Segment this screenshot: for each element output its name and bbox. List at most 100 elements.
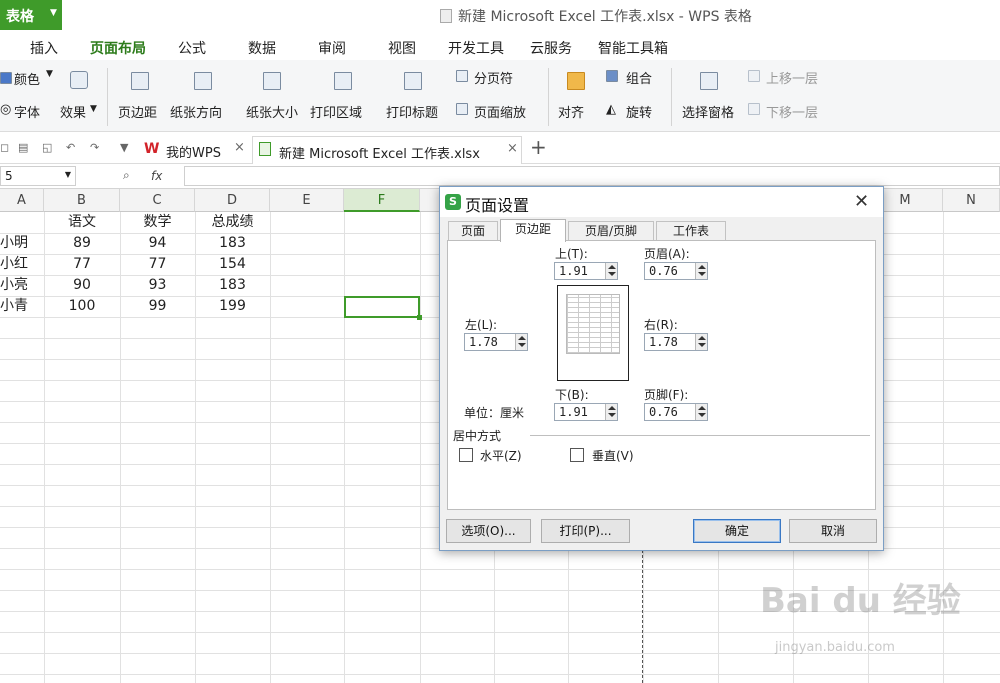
column-header-n[interactable]: N [943,189,1000,212]
spinner-arrows-icon[interactable] [695,334,707,350]
selected-cell-f5[interactable] [344,296,422,320]
tab-header-footer[interactable]: 页眉/页脚 [568,221,654,241]
tab-sheet[interactable]: 工作表 [656,221,726,241]
cell-c4[interactable]: 93 [120,275,195,296]
vertical-center-checkbox[interactable] [570,448,584,462]
cell-d5[interactable]: 199 [195,296,270,317]
spinner-arrows-icon[interactable] [695,404,707,420]
formula-input[interactable] [184,166,1000,186]
grid-line [270,212,271,683]
print-titles-button[interactable]: 打印标题 [386,102,438,121]
new-tab-plus-icon[interactable]: + [530,135,547,159]
spinner-arrows-icon[interactable] [605,263,617,279]
cell-b3[interactable]: 77 [44,254,120,275]
font-icon: ◎ [0,102,12,117]
color-button[interactable]: 颜色 [14,69,40,88]
menu-cloud[interactable]: 云服务 [530,38,572,58]
group-button[interactable]: 组合 [626,68,652,87]
cell-c3[interactable]: 77 [120,254,195,275]
close-icon[interactable]: × [507,141,518,156]
ok-button[interactable]: 确定 [693,519,781,543]
print-button[interactable]: 打印(P)... [541,519,630,543]
menu-formulas[interactable]: 公式 [178,38,206,58]
menu-page-layout[interactable]: 页面布局 [90,38,146,65]
menu-smart-tools[interactable]: 智能工具箱 [598,38,668,58]
top-margin-spinner[interactable]: 1.91 [554,262,618,280]
print-area-button[interactable]: 打印区域 [310,102,362,121]
cell-d3[interactable]: 154 [195,254,270,275]
redo-icon[interactable]: ↷ [90,141,99,154]
options-button[interactable]: 选项(O)... [446,519,531,543]
cell-a2[interactable]: 小明 [0,233,44,254]
fx-icon[interactable]: fx [151,169,162,183]
orientation-button[interactable]: 纸张方向 [170,102,222,121]
selection-pane-button[interactable]: 选择窗格 [682,102,734,121]
menu-data[interactable]: 数据 [248,38,276,58]
dialog-tabs: 页面 页边距 页眉/页脚 工作表 [448,219,878,242]
cell-a5[interactable]: 小青 [0,296,44,317]
column-header-f[interactable]: F [344,189,420,212]
font-button[interactable]: 字体 [14,102,40,121]
cell-b4[interactable]: 90 [44,275,120,296]
right-margin-label: 右(R): [644,318,678,332]
spinner-arrows-icon[interactable] [515,334,527,350]
paper-size-button[interactable]: 纸张大小 [246,102,298,121]
print-icon[interactable]: ▤ [18,141,28,154]
menu-view[interactable]: 视图 [388,38,416,58]
document-icon [440,9,452,23]
chevron-down-icon[interactable]: ▼ [120,141,128,154]
close-icon[interactable]: × [234,140,245,155]
header-margin-spinner[interactable]: 0.76 [644,262,708,280]
spinner-arrows-icon[interactable] [605,404,617,420]
margins-button[interactable]: 页边距 [118,102,157,121]
column-header-b[interactable]: B [44,189,120,212]
page-break-button[interactable]: 分页符 [474,68,513,87]
effect-button[interactable]: 效果 [60,102,86,121]
bring-forward-button[interactable]: 上移一层 [766,68,818,87]
cell-a4[interactable]: 小亮 [0,275,44,296]
cell-a3[interactable]: 小红 [0,254,44,275]
align-button[interactable]: 对齐 [558,102,584,121]
cell-b2[interactable]: 89 [44,233,120,254]
send-backward-button[interactable]: 下移一层 [766,102,818,121]
menu-insert[interactable]: 插入 [30,38,58,58]
column-header-e[interactable]: E [270,189,344,212]
column-header-d[interactable]: D [195,189,270,212]
page-preview [557,285,629,381]
column-header-c[interactable]: C [120,189,195,212]
zoom-icon[interactable]: ⌕ [123,168,130,183]
cancel-button[interactable]: 取消 [789,519,877,543]
cell-d2[interactable]: 183 [195,233,270,254]
tab-document[interactable]: 新建 Microsoft Excel 工作表.xlsx × [252,136,522,164]
app-menu-button[interactable]: 表格 ▼ [0,0,62,30]
cell-b1[interactable]: 语文 [44,212,120,233]
spinner-arrows-icon[interactable] [695,263,707,279]
tab-margins[interactable]: 页边距 [500,219,566,242]
chevron-down-icon: ▼ [90,104,97,114]
undo-icon[interactable]: ↶ [66,141,75,154]
horizontal-center-checkbox[interactable] [459,448,473,462]
dialog-title-bar[interactable]: S 页面设置 ✕ [440,187,883,217]
theme-icon[interactable] [70,71,88,89]
tab-my-wps[interactable]: W 我的WPS × [140,136,252,164]
folder-icon[interactable]: ◻ [0,141,9,154]
page-zoom-button[interactable]: 页面缩放 [474,102,526,121]
name-box[interactable]: 5 ▼ [0,166,76,186]
cell-d1[interactable]: 总成绩 [195,212,270,233]
left-margin-spinner[interactable]: 1.78 [464,333,528,351]
footer-margin-spinner[interactable]: 0.76 [644,403,708,421]
cell-d4[interactable]: 183 [195,275,270,296]
menu-review[interactable]: 审阅 [318,38,346,58]
bottom-margin-spinner[interactable]: 1.91 [554,403,618,421]
rotate-button[interactable]: 旋转 [626,102,652,121]
close-icon[interactable]: ✕ [854,191,869,212]
menu-developer[interactable]: 开发工具 [448,38,504,58]
cell-c2[interactable]: 94 [120,233,195,254]
cell-b5[interactable]: 100 [44,296,120,317]
right-margin-spinner[interactable]: 1.78 [644,333,708,351]
cell-c1[interactable]: 数学 [120,212,195,233]
column-header-a[interactable]: A [0,189,44,212]
tab-page[interactable]: 页面 [448,221,498,241]
preview-icon[interactable]: ◱ [42,141,52,154]
cell-c5[interactable]: 99 [120,296,195,317]
